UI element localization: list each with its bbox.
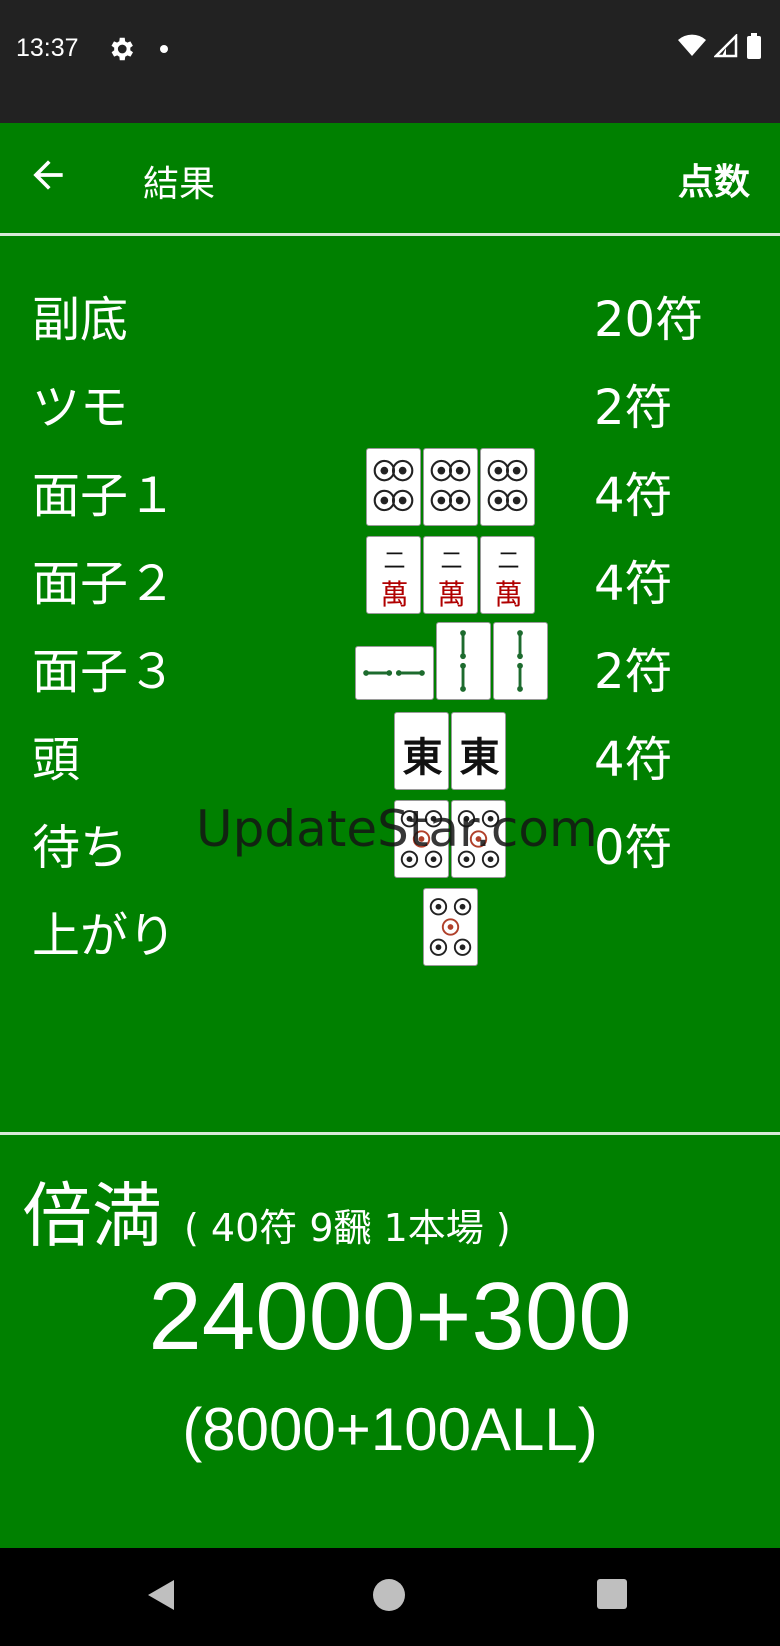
nav-back-icon[interactable] (146, 1578, 176, 1616)
yaku-name: 倍満 (22, 1175, 162, 1257)
bottom-divider (0, 1132, 780, 1135)
tile-2-man: 二 萬 (480, 536, 535, 614)
row-meld-1: 面子１ 4符 (0, 446, 780, 532)
tile-suit: 萬 (494, 578, 523, 611)
tile-east: 東 (394, 712, 449, 790)
status-icons (678, 32, 762, 63)
tile-numeral: 二 (440, 549, 463, 574)
status-time: 13:37 (16, 34, 79, 62)
battery-icon (746, 33, 762, 63)
tile-suit: 萬 (380, 578, 409, 611)
tile-character: 東 (459, 734, 500, 781)
notification-dot-icon (160, 45, 168, 53)
tile-8-pin (480, 448, 535, 526)
wifi-icon (678, 34, 706, 62)
page-title: 結果 (143, 164, 216, 205)
split-score: (8000+100ALL) (182, 1396, 598, 1463)
row-fu-value: 4符 (594, 468, 673, 524)
tile-2-sou (436, 622, 491, 700)
tile-2-sou-sideways (355, 646, 434, 700)
tile-2-man: 二 萬 (423, 536, 478, 614)
row-meld-3: 面子３ 2符 (0, 622, 780, 708)
tile-numeral: 二 (497, 549, 520, 574)
yaku-detail: ( 40符 9飜 1本場 ) (184, 1206, 511, 1250)
row-label: 面子２ (32, 556, 177, 612)
row-fu-value: 2符 (594, 380, 673, 436)
tile-numeral: 二 (383, 549, 406, 574)
row-fu-base: 副底 20符 (0, 270, 780, 356)
row-label: 副底 (32, 292, 129, 348)
system-nav-bar (0, 1548, 780, 1646)
row-fu-value: 4符 (594, 732, 673, 788)
tile-character: 東 (402, 734, 443, 781)
tile-8-pin (423, 448, 478, 526)
arrow-left-icon (33, 160, 63, 190)
nav-recents-icon[interactable] (597, 1579, 627, 1609)
row-label: 頭 (32, 732, 81, 788)
row-label: 面子３ (32, 644, 177, 700)
row-label: ツモ (32, 380, 129, 436)
tile-2-sou (493, 622, 548, 700)
tile-east: 東 (451, 712, 506, 790)
row-fu-value: 4符 (594, 556, 673, 612)
gear-icon (106, 34, 136, 64)
tile-5-pin (423, 888, 478, 966)
row-winning-tile: 上がり (0, 886, 780, 972)
row-tsumo: ツモ 2符 (0, 358, 780, 444)
app-bar: 結果 点数 (0, 123, 780, 233)
status-bar: 13:37 (0, 0, 780, 123)
back-button[interactable] (26, 153, 70, 197)
tile-2-man: 二 萬 (366, 536, 421, 614)
row-label: 面子１ (32, 468, 177, 524)
signal-icon (712, 32, 738, 62)
row-fu-value: 20符 (594, 292, 704, 348)
top-divider (0, 233, 780, 236)
tile-8-pin (366, 448, 421, 526)
tile-suit: 萬 (437, 578, 466, 611)
score-menu-button[interactable]: 点数 (678, 153, 750, 205)
row-pair: 頭 東 東 4符 (0, 710, 780, 796)
row-meld-2: 面子２ 二 萬 二 萬 二 萬 4符 (0, 534, 780, 620)
nav-home-icon[interactable] (373, 1579, 405, 1611)
watermark: UpdateStar.com (196, 800, 598, 858)
row-fu-value: 0符 (594, 820, 673, 876)
total-score: 24000+300 (148, 1263, 632, 1370)
row-label: 待ち (32, 820, 129, 876)
row-label: 上がり (32, 908, 177, 964)
row-fu-value: 2符 (594, 644, 673, 700)
